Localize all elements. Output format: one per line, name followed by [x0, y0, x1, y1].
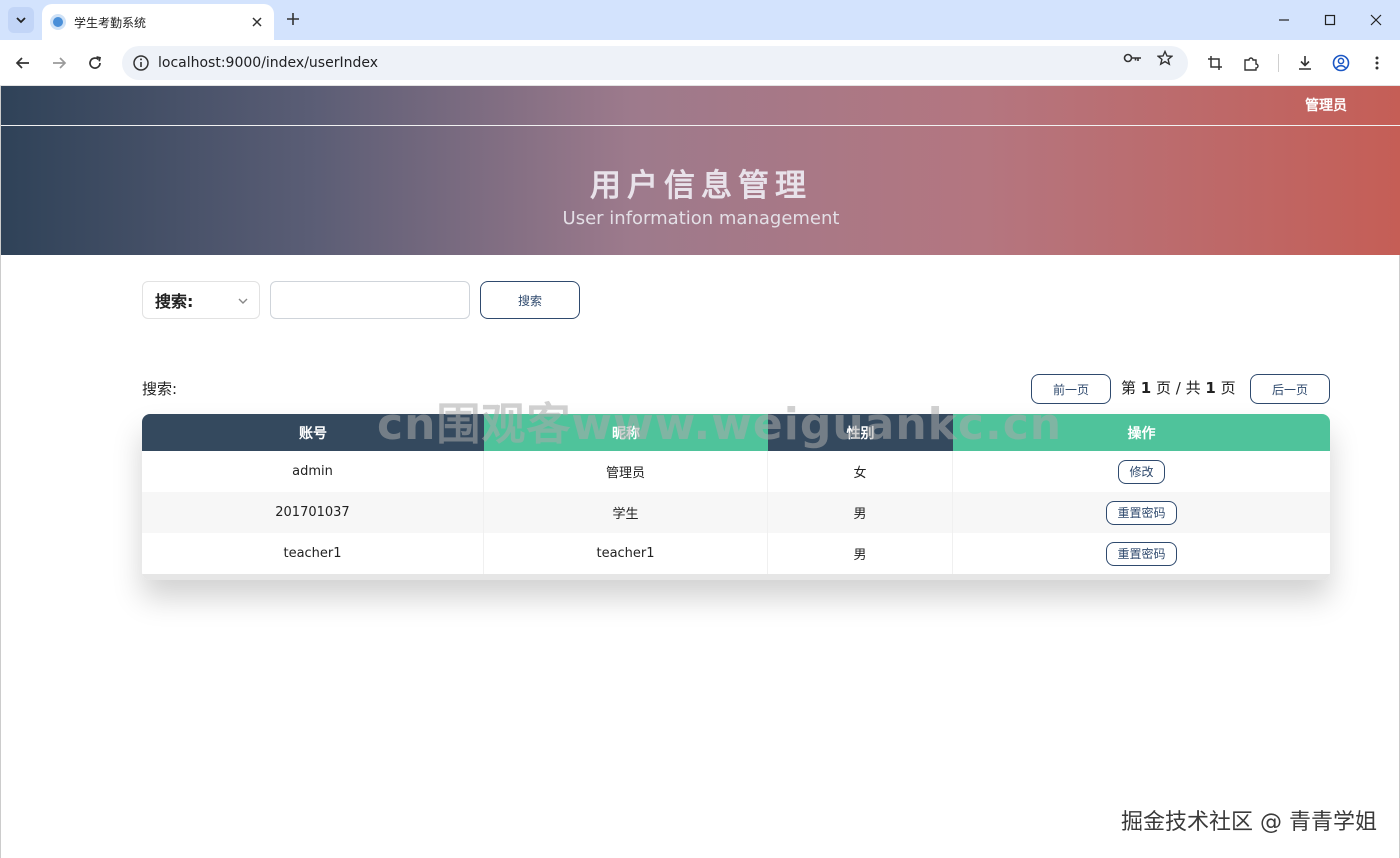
- page-indicator: 第 1 页 / 共 1 页: [1121, 377, 1236, 398]
- cell-nickname: 学生: [484, 492, 768, 533]
- table-row: 201701037 学生 男 重置密码: [142, 492, 1330, 533]
- reset-password-button[interactable]: 重置密码: [1106, 500, 1177, 525]
- table-row: teacher1 teacher1 男 重置密码: [142, 533, 1330, 574]
- cell-account: 201701037: [142, 492, 484, 533]
- search-field-select[interactable]: 搜索:: [142, 281, 260, 319]
- forward-arrow-icon[interactable]: [46, 50, 72, 76]
- total-pages-number: 1: [1205, 379, 1216, 397]
- cell-gender: 男: [768, 492, 953, 533]
- new-tab-plus-icon[interactable]: [282, 8, 304, 30]
- hero-banner: 管理员 用户信息管理 User information management: [1, 86, 1400, 255]
- site-info-icon[interactable]: [132, 54, 150, 72]
- site-favicon-icon: [50, 14, 66, 30]
- download-icon[interactable]: [1294, 52, 1316, 74]
- screenshot-crop-icon[interactable]: [1204, 52, 1226, 74]
- page-subtitle: User information management: [562, 208, 840, 229]
- table-scrollbar[interactable]: [142, 574, 1330, 580]
- current-user-label[interactable]: 管理员: [1305, 95, 1347, 115]
- current-page-number: 1: [1140, 379, 1152, 397]
- cell-nickname: 管理员: [484, 451, 768, 492]
- credit-watermark: 掘金技术社区 @ 青青学姐: [1121, 810, 1377, 835]
- search-button[interactable]: 搜索: [480, 281, 580, 319]
- list-search-label: 搜索:: [142, 380, 178, 398]
- table-row: admin 管理员 女 修改: [142, 451, 1330, 492]
- cell-gender: 女: [768, 451, 953, 492]
- cell-gender: 男: [768, 533, 953, 574]
- back-arrow-icon[interactable]: [10, 50, 36, 76]
- more-vertical-icon[interactable]: [1366, 52, 1388, 74]
- cell-action: 重置密码: [953, 533, 1330, 574]
- cell-account: teacher1: [142, 533, 484, 574]
- edit-button[interactable]: 修改: [1118, 459, 1165, 484]
- browser-toolbar: localhost:9000/index/userIndex: [0, 40, 1400, 86]
- address-bar[interactable]: localhost:9000/index/userIndex: [122, 46, 1188, 80]
- window-minimize-icon[interactable]: [1262, 6, 1306, 34]
- search-input[interactable]: [270, 281, 470, 319]
- cell-nickname: teacher1: [484, 533, 768, 574]
- page-content: 管理员 用户信息管理 User information management 搜…: [0, 86, 1400, 858]
- page-prefix: 第: [1121, 379, 1137, 397]
- toolbar-separator: [1278, 54, 1279, 72]
- chevron-down-icon: [238, 298, 248, 304]
- window-maximize-icon[interactable]: [1308, 6, 1352, 34]
- next-page-button[interactable]: 后一页: [1250, 374, 1330, 404]
- address-url: localhost:9000/index/userIndex: [158, 55, 379, 71]
- account-profile-icon[interactable]: [1330, 52, 1352, 74]
- chevron-down-icon: [16, 17, 26, 24]
- bookmark-star-icon[interactable]: [1154, 47, 1176, 69]
- cell-action: 修改: [953, 451, 1330, 492]
- cell-action: 重置密码: [953, 492, 1330, 533]
- window-close-icon[interactable]: [1354, 6, 1398, 34]
- hero-divider: [1, 125, 1400, 126]
- page-title: 用户信息管理: [590, 168, 812, 204]
- page-suffix: 页: [1220, 379, 1236, 397]
- extensions-puzzle-icon[interactable]: [1240, 52, 1262, 74]
- password-key-icon[interactable]: [1122, 47, 1144, 69]
- page-mid: 页 / 共: [1156, 379, 1201, 397]
- cell-account: admin: [142, 451, 484, 492]
- browser-tab-bar: 学生考勤系统: [0, 0, 1400, 40]
- watermark-text: cn围观客www.weiguankc.cn: [377, 399, 1063, 450]
- tab-search-button[interactable]: [8, 7, 34, 33]
- reset-password-button[interactable]: 重置密码: [1106, 541, 1177, 566]
- search-select-label: 搜索:: [155, 292, 194, 311]
- tab-close-icon[interactable]: [248, 13, 266, 31]
- browser-tab[interactable]: 学生考勤系统: [42, 4, 274, 40]
- tab-title: 学生考勤系统: [74, 15, 147, 30]
- reload-icon[interactable]: [82, 50, 108, 76]
